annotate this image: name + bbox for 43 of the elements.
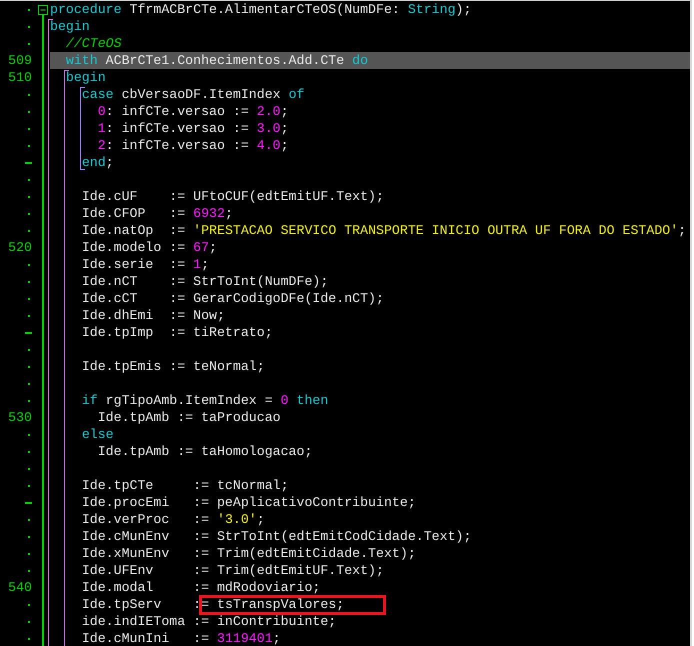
code-line: with ACBrCTe1.Conhecimentos.Add.CTe do bbox=[66, 53, 368, 68]
code-line: Ide.modal := mdRodoviario; bbox=[82, 580, 320, 595]
code-line: Ide.tpAmb := taHomologacao; bbox=[98, 444, 312, 459]
code-line: Ide.tpImp := tiRetrato; bbox=[82, 325, 273, 340]
line-number: 520 bbox=[8, 239, 32, 256]
code-line: 0: infCTe.versao := 2.0; bbox=[98, 104, 289, 119]
line-number: 530 bbox=[8, 409, 32, 426]
code-line: Ide.xMunEnv := Trim(edtEmitCidade.Text); bbox=[82, 546, 416, 561]
code-line: procedure TfrmACBrCTe.AlimentarCTeOS(NumDFe: String); bbox=[50, 2, 472, 17]
code-line: Ide.nCT := StrToInt(NumDFe); bbox=[82, 274, 328, 289]
code-line: Ide.modelo := 67; bbox=[82, 240, 217, 255]
code-line: case cbVersaoDF.ItemIndex of bbox=[82, 87, 304, 102]
code-line: if rgTipoAmb.ItemIndex = 0 then bbox=[82, 393, 328, 408]
code-line: Ide.cUF := UFtoCUF(edtEmitUF.Text); bbox=[82, 189, 384, 204]
code-line: begin bbox=[66, 70, 106, 85]
code-line: Ide.verProc := '3.0'; bbox=[82, 512, 265, 527]
code-line: Ide.cCT := GerarCodigoDFe(Ide.nCT); bbox=[82, 291, 384, 306]
line-dash-marker bbox=[25, 332, 32, 334]
line-number: 510 bbox=[8, 69, 32, 86]
line-number: 509 bbox=[8, 52, 32, 69]
code-line: else bbox=[82, 427, 114, 442]
code-line: Ide.UFEnv := Trim(edtEmitUF.Text); bbox=[82, 563, 384, 578]
code-line: end; bbox=[82, 155, 114, 170]
code-line: Ide.tpAmb := taProducao bbox=[98, 410, 281, 425]
code-line: Ide.CFOP := 6932; bbox=[82, 206, 233, 221]
code-line: Ide.dhEmi := Now; bbox=[82, 308, 225, 323]
collapse-icon[interactable] bbox=[38, 5, 48, 15]
code-line: Ide.tpCTe := tcNormal; bbox=[82, 478, 289, 493]
code-line: Ide.cMunEnv := StrToInt(edtEmitCodCidade.Text); bbox=[82, 529, 472, 544]
line-number: 540 bbox=[8, 579, 32, 596]
code-line: Ide.tpServ := tsTranspValores; bbox=[82, 597, 344, 612]
code-line: Ide.procEmi := peAplicativoContribuinte; bbox=[82, 495, 416, 510]
code-line: Ide.tpEmis := teNormal; bbox=[82, 359, 265, 374]
code-line: 2: infCTe.versao := 4.0; bbox=[98, 138, 289, 153]
code-line: 1: infCTe.versao := 3.0; bbox=[98, 121, 289, 136]
line-dash-marker bbox=[25, 502, 32, 504]
code-line: //CTeOS bbox=[66, 36, 122, 51]
code-line: Ide.natOp := 'PRESTACAO SERVICO TRANSPORTE INICIO OUTRA UF FORA DO ESTADO'; bbox=[82, 223, 686, 238]
code-line: Ide.cMunIni := 3119401; bbox=[82, 631, 281, 646]
code-line: ide.indIEToma := inContribuinte; bbox=[82, 614, 336, 629]
code-line: begin bbox=[50, 19, 90, 34]
code-line: Ide.serie := 1; bbox=[82, 257, 210, 272]
line-dash-marker bbox=[25, 162, 32, 164]
